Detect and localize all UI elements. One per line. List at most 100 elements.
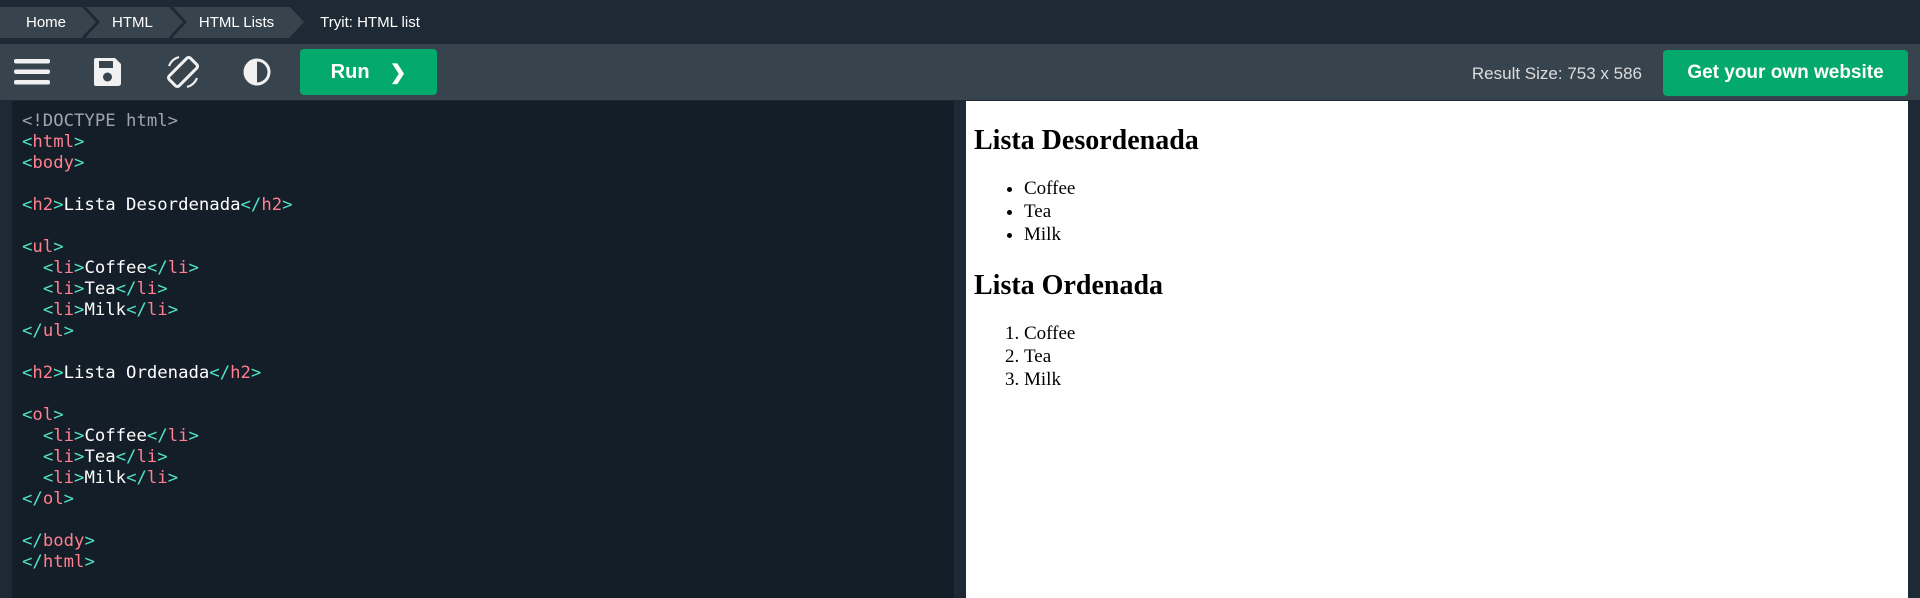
code-token: < xyxy=(42,447,54,467)
code-line: </ol> xyxy=(22,489,954,510)
code-token: </ xyxy=(22,321,43,341)
code-token: > xyxy=(157,447,168,467)
get-your-own-website-button[interactable]: Get your own website xyxy=(1663,50,1908,96)
code-token: </ xyxy=(115,279,137,299)
code-token: > xyxy=(84,531,95,551)
code-token: li xyxy=(53,258,75,278)
code-token: > xyxy=(282,195,293,215)
code-token: </ xyxy=(240,195,262,215)
code-line: </body> xyxy=(22,531,954,552)
code-token: h2 xyxy=(230,363,251,383)
code-token: </ xyxy=(146,258,168,278)
code-token: li xyxy=(53,300,75,320)
code-token: li xyxy=(167,258,189,278)
code-line: <html> xyxy=(22,132,954,153)
code-token: <!DOCTYPE html> xyxy=(22,111,179,131)
breadcrumb: Home HTML HTML Lists Tryit: HTML list xyxy=(0,0,1920,44)
code-token: > xyxy=(53,363,64,383)
code-token: > xyxy=(63,489,75,509)
list-item: Milk xyxy=(1024,223,1900,246)
floppy-disk-icon[interactable] xyxy=(92,44,122,100)
code-token: > xyxy=(74,447,85,467)
breadcrumb-html[interactable]: HTML xyxy=(86,6,183,38)
code-line: <li>Coffee</li> xyxy=(22,258,954,279)
breadcrumb-html-lists[interactable]: HTML Lists xyxy=(172,6,305,38)
code-token: > xyxy=(53,405,64,425)
result-frame: Lista Desordenada Coffee Tea Milk Lista … xyxy=(966,101,1908,598)
code-line: <li>Tea</li> xyxy=(22,447,954,468)
code-token: > xyxy=(74,426,85,446)
code-line: </ul> xyxy=(22,321,954,342)
toolbar: Run ❯ Result Size: 753 x 586 Get your ow… xyxy=(0,44,1920,100)
breadcrumb-current: Tryit: HTML list xyxy=(320,13,420,31)
code-token: body xyxy=(42,531,85,551)
result-size-text: Result Size: 753 x 586 xyxy=(1471,64,1642,83)
code-token: li xyxy=(53,426,75,446)
code-token: Lista Desordenada xyxy=(63,195,241,215)
code-token: li xyxy=(167,426,189,446)
code-token: Coffee xyxy=(84,426,147,446)
rotate-orientation-icon[interactable] xyxy=(165,44,201,100)
code-token: Tea xyxy=(84,279,116,299)
code-token: < xyxy=(42,258,54,278)
code-token: Lista Ordenada xyxy=(63,363,210,383)
code-line: <ol> xyxy=(22,405,954,426)
chevron-right-icon: ❯ xyxy=(389,61,407,84)
code-token: </ xyxy=(126,468,147,488)
code-line: <h2>Lista Desordenada</h2> xyxy=(22,195,954,216)
code-token: li xyxy=(53,279,75,299)
code-token: > xyxy=(74,132,85,152)
code-token: li xyxy=(53,468,75,488)
code-token: li xyxy=(53,447,75,467)
run-button-label: Run xyxy=(330,60,370,83)
code-token: > xyxy=(167,468,179,488)
list-item: Tea xyxy=(1024,345,1900,368)
code-token: < xyxy=(22,237,33,257)
breadcrumb-home[interactable]: Home xyxy=(0,6,97,38)
code-line: <li>Milk</li> xyxy=(22,468,954,489)
run-button[interactable]: Run ❯ xyxy=(300,49,437,95)
code-line: <body> xyxy=(22,153,954,174)
hamburger-menu-icon[interactable] xyxy=(14,44,50,100)
code-token: ul xyxy=(32,237,54,257)
code-token: > xyxy=(74,468,85,488)
result-unordered-list: Coffee Tea Milk xyxy=(1024,177,1900,246)
code-line: <!DOCTYPE html> xyxy=(22,111,954,132)
code-token: li xyxy=(146,300,168,320)
result-ordered-list: Coffee Tea Milk xyxy=(1024,322,1900,391)
code-token: > xyxy=(157,279,168,299)
list-item: Coffee xyxy=(1024,177,1900,200)
code-token: li xyxy=(136,279,158,299)
code-token: > xyxy=(74,279,85,299)
code-token: < xyxy=(22,195,33,215)
code-token: < xyxy=(22,153,33,173)
code-editor[interactable]: <!DOCTYPE html> <html> <body> <h2>Lista Des… xyxy=(12,101,954,598)
code-token: > xyxy=(53,195,64,215)
code-token: h2 xyxy=(261,195,283,215)
code-token: </ xyxy=(115,447,137,467)
code-token: > xyxy=(74,258,85,278)
code-token: > xyxy=(167,300,179,320)
code-token: body xyxy=(32,153,75,173)
code-token: Milk xyxy=(84,468,127,488)
list-item: Tea xyxy=(1024,200,1900,223)
result-heading-unordered: Lista Desordenada xyxy=(974,125,1199,156)
code-line: </html> xyxy=(22,552,954,573)
code-token: < xyxy=(22,363,33,383)
code-token: </ xyxy=(22,531,43,551)
code-token: Coffee xyxy=(84,258,147,278)
code-token: </ xyxy=(126,300,147,320)
code-token: > xyxy=(63,321,75,341)
code-token: li xyxy=(136,447,158,467)
contrast-icon[interactable] xyxy=(242,44,272,100)
code-token: < xyxy=(22,405,33,425)
code-token: Milk xyxy=(84,300,127,320)
